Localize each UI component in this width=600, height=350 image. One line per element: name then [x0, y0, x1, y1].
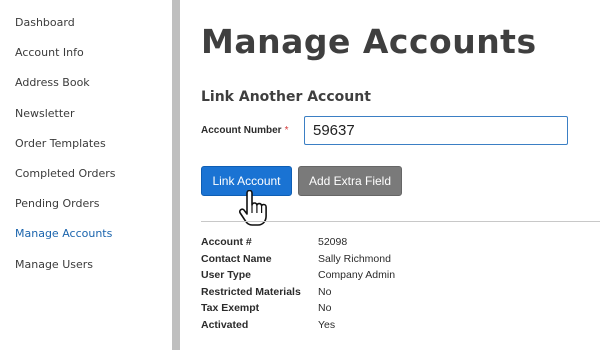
sidebar-item-account-info[interactable]: Account Info [15, 46, 84, 59]
details-value: Sally Richmond [318, 253, 391, 265]
details-label: User Type [201, 269, 251, 281]
account-number-label-text: Account Number [201, 125, 282, 136]
details-value: Yes [318, 319, 336, 331]
sidebar-item-completed-orders[interactable]: Completed Orders [15, 167, 115, 180]
details-label: Contact Name [201, 253, 272, 265]
account-number-input[interactable] [304, 116, 568, 145]
sidebar-divider [172, 0, 180, 350]
details-label: Restricted Materials [201, 286, 301, 298]
details-label: Account # [201, 236, 252, 248]
details-value: No [318, 286, 332, 298]
sidebar-item-manage-users[interactable]: Manage Users [15, 258, 93, 271]
details-value: Company Admin [318, 269, 396, 281]
sidebar-item-newsletter[interactable]: Newsletter [15, 107, 74, 120]
hand-pointer-icon [238, 190, 267, 226]
details-label: Activated [201, 319, 249, 331]
sidebar: Dashboard Account Info Address Book News… [0, 0, 172, 350]
sidebar-item-order-templates[interactable]: Order Templates [15, 137, 106, 150]
details-value: No [318, 302, 332, 314]
section-title: Link Another Account [201, 89, 371, 105]
page-title: Manage Accounts [201, 22, 537, 61]
sidebar-item-dashboard[interactable]: Dashboard [15, 16, 75, 29]
details-label: Tax Exempt [201, 302, 260, 314]
details-value: 52098 [318, 236, 348, 248]
required-marker: * [284, 125, 289, 136]
sidebar-item-pending-orders[interactable]: Pending Orders [15, 197, 99, 210]
sidebar-item-address-book[interactable]: Address Book [15, 76, 90, 89]
main-content: Manage Accounts Link Another Account Acc… [180, 0, 600, 350]
section-divider [201, 221, 600, 222]
sidebar-item-manage-accounts[interactable]: Manage Accounts [15, 227, 112, 240]
account-number-label: Account Number * [201, 125, 288, 136]
add-extra-field-button[interactable]: Add Extra Field [298, 166, 402, 196]
